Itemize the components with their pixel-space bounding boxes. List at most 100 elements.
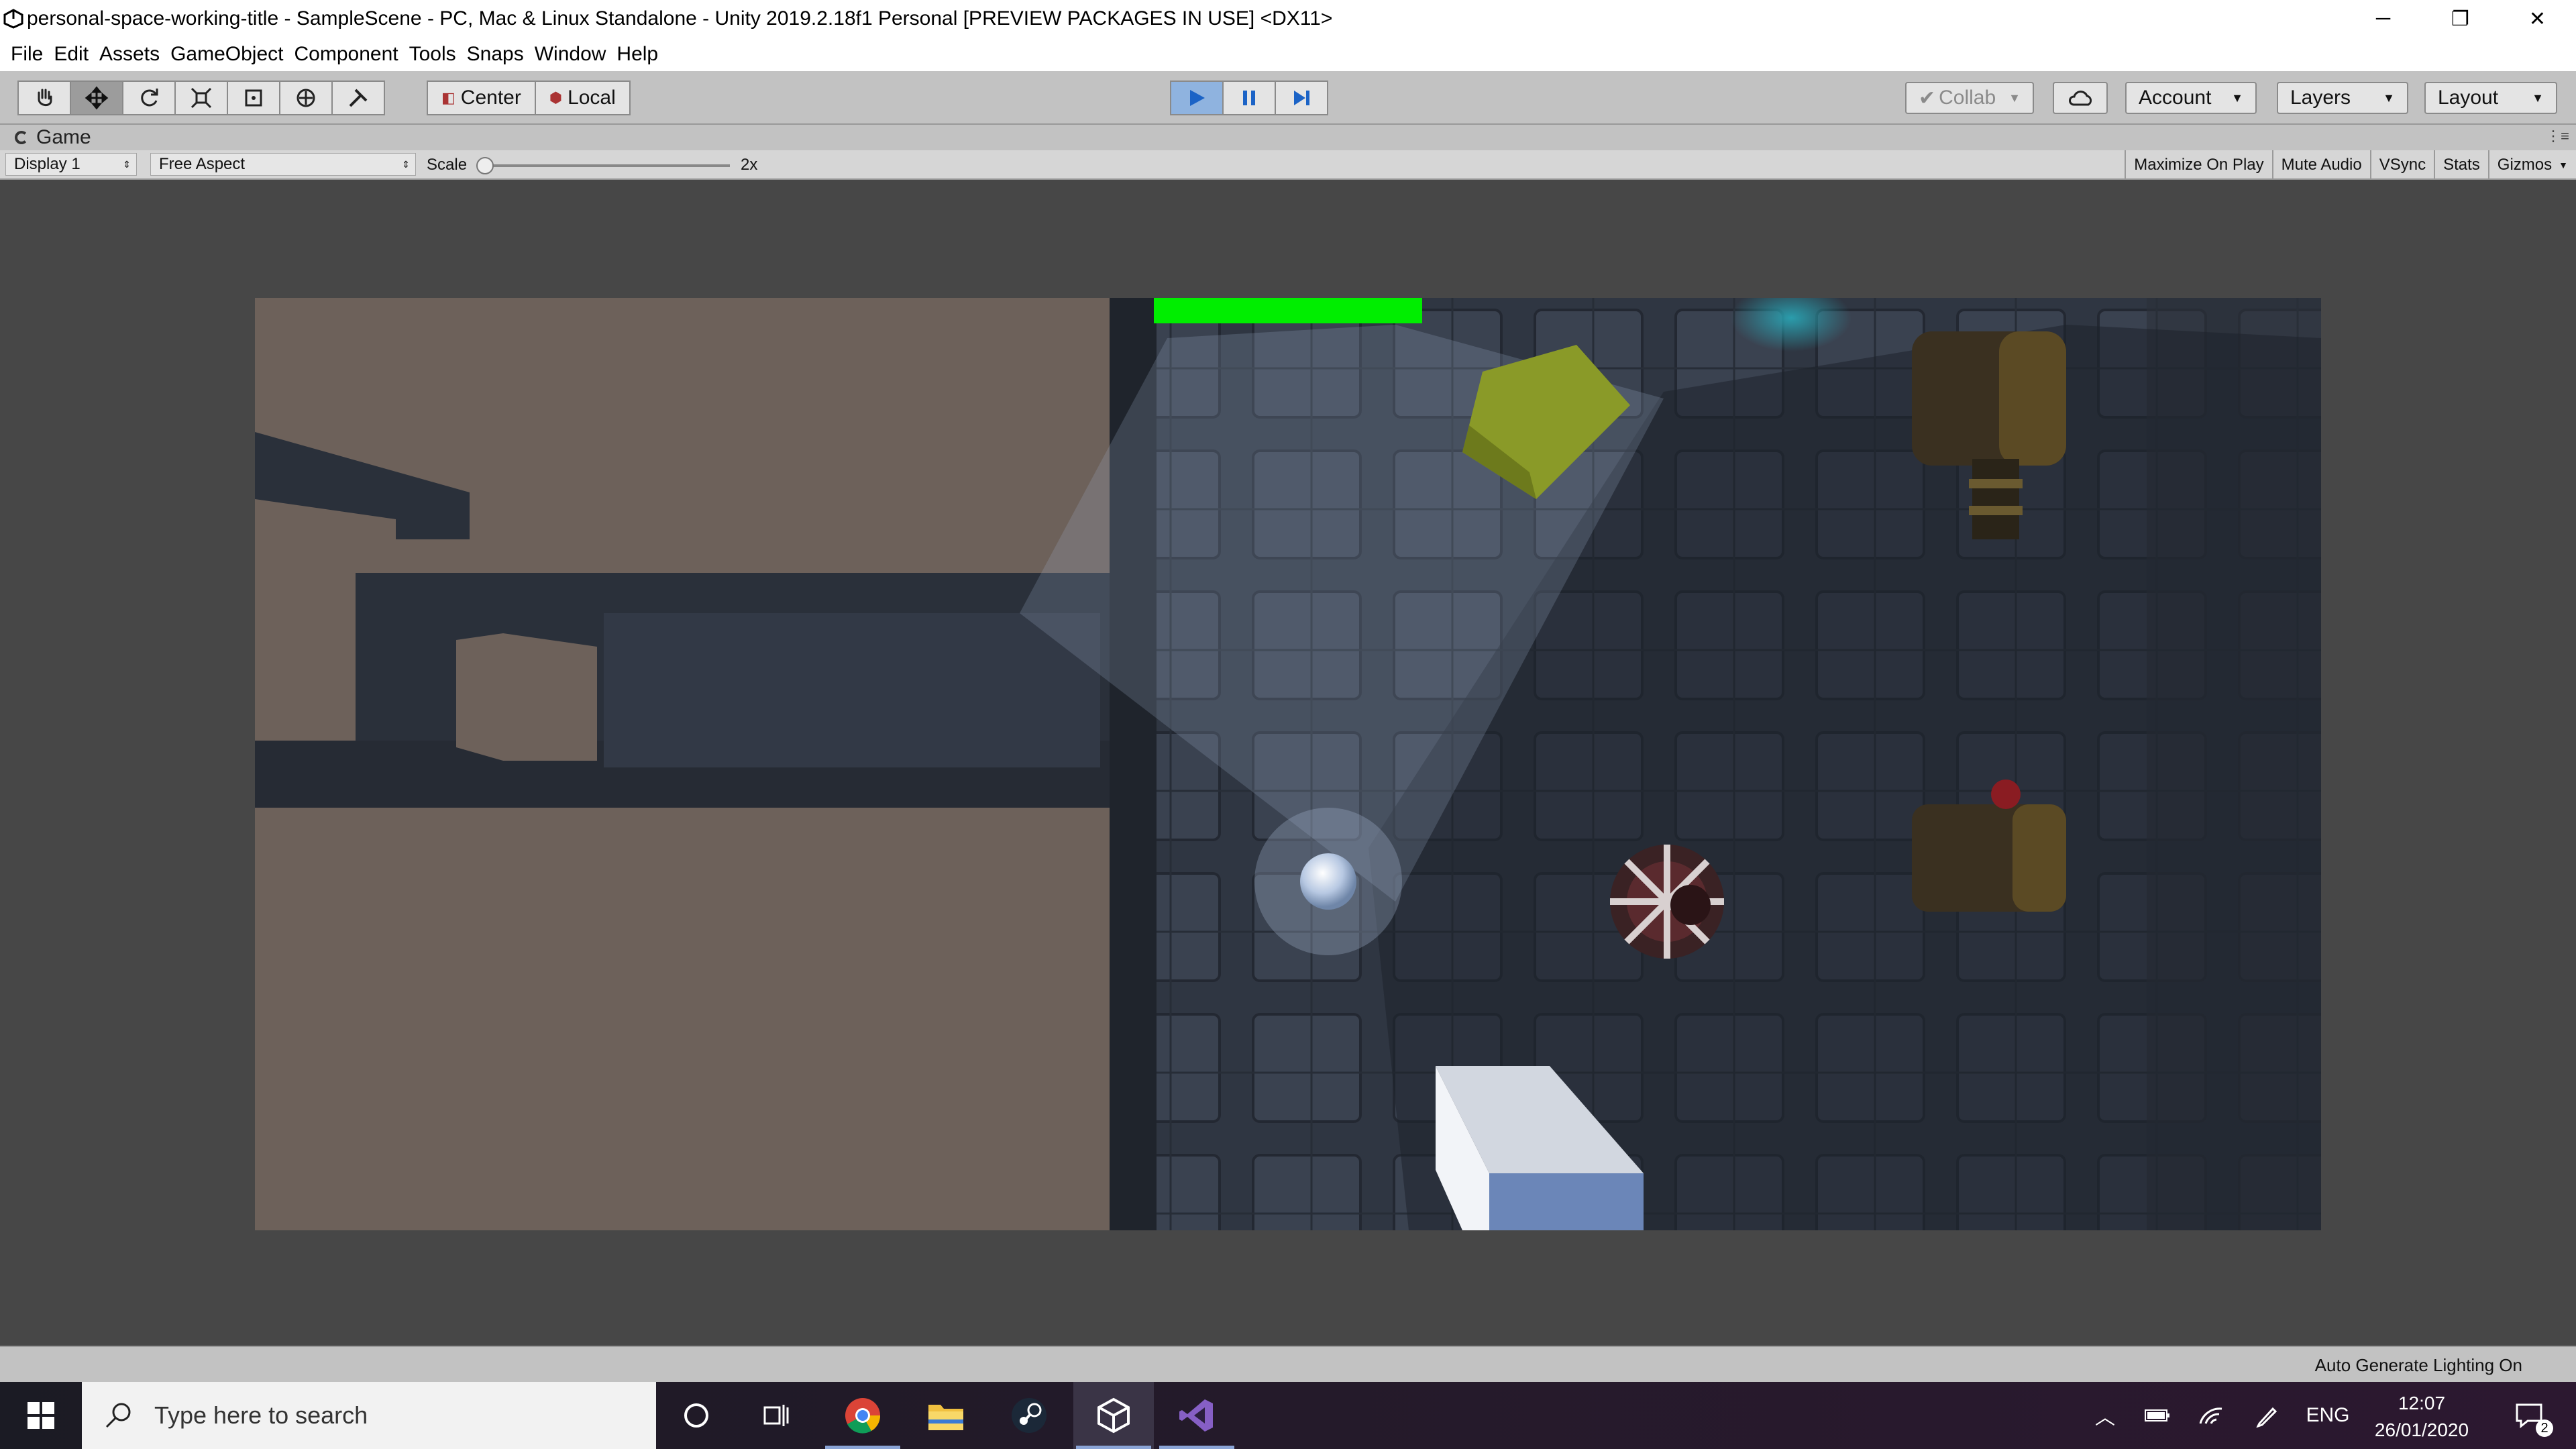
pause-icon xyxy=(1243,91,1255,105)
scale-tool-button[interactable] xyxy=(174,80,228,115)
task-view-button[interactable] xyxy=(737,1382,817,1449)
panel-menu-icon[interactable]: ⋮≡ xyxy=(2546,127,2569,145)
steam-icon xyxy=(1012,1398,1046,1433)
layout-label: Layout xyxy=(2438,87,2499,109)
taskbar-search-box[interactable]: Type here to search xyxy=(82,1382,656,1449)
windows-logo-icon xyxy=(28,1402,54,1429)
game-scene-render xyxy=(255,298,2321,1230)
game-view-toolbar: Display 1 ⇕ Free Aspect ⇕ Scale 2x Maxim… xyxy=(0,150,2576,180)
gizmos-label: Gizmos xyxy=(2497,156,2553,174)
health-bar-fill xyxy=(1154,298,1422,323)
game-render[interactable] xyxy=(255,298,2321,1230)
chevron-down-icon: ▼ xyxy=(2532,91,2544,105)
transform-combined-icon xyxy=(297,89,315,107)
unity-taskbar-button[interactable] xyxy=(1073,1382,1154,1449)
display-label: Display 1 xyxy=(14,155,80,173)
gizmos-toggle[interactable]: Gizmos ▼ xyxy=(2487,150,2576,180)
notification-count-badge: 2 xyxy=(2536,1419,2553,1437)
menu-edit[interactable]: Edit xyxy=(48,43,94,66)
hand-icon xyxy=(38,89,52,106)
pivot-space-button[interactable]: ⬢ Local xyxy=(534,80,631,115)
step-icon xyxy=(1294,91,1309,105)
scale-label: Scale xyxy=(427,156,468,174)
step-button[interactable] xyxy=(1275,80,1328,115)
tab-game[interactable]: Game xyxy=(15,125,91,150)
menu-tools[interactable]: Tools xyxy=(404,43,462,66)
check-icon: ✔ xyxy=(1919,87,1936,109)
chevron-updown-icon: ⇕ xyxy=(123,158,131,170)
show-hidden-icons-button[interactable]: ︿ xyxy=(2085,1382,2125,1449)
move-arrows-icon xyxy=(85,86,109,110)
task-view-icon xyxy=(763,1405,789,1426)
wrench-icon xyxy=(349,89,368,107)
menu-assets[interactable]: Assets xyxy=(94,43,165,66)
language-indicator[interactable]: ENG xyxy=(2301,1382,2355,1449)
search-icon xyxy=(105,1403,131,1428)
aspect-label: Free Aspect xyxy=(159,155,246,173)
battery-icon[interactable] xyxy=(2137,1382,2178,1449)
menu-window[interactable]: Window xyxy=(529,43,612,66)
account-dropdown[interactable]: Account ▼ xyxy=(2125,82,2257,114)
chrome-icon xyxy=(845,1398,881,1434)
chevron-down-icon: ▼ xyxy=(2559,160,2568,170)
vsync-toggle[interactable]: VSync xyxy=(2369,150,2434,180)
menu-file[interactable]: File xyxy=(5,43,48,66)
custom-tool-button[interactable] xyxy=(331,80,385,115)
chevron-down-icon: ▼ xyxy=(2231,91,2243,105)
cortana-button[interactable] xyxy=(656,1382,737,1449)
wifi-icon[interactable] xyxy=(2191,1382,2231,1449)
steam-button[interactable] xyxy=(989,1382,1069,1449)
pivot-toggles: ◧ Center ⬢ Local xyxy=(427,80,631,115)
start-button[interactable] xyxy=(0,1382,82,1449)
rect-tool-button[interactable] xyxy=(227,80,280,115)
layout-dropdown[interactable]: Layout ▼ xyxy=(2424,82,2557,114)
collab-dropdown[interactable]: ✔ Collab ▼ xyxy=(1905,82,2034,114)
aspect-dropdown[interactable]: Free Aspect ⇕ xyxy=(150,153,416,176)
game-view-icon xyxy=(15,131,28,144)
rotate-tool-button[interactable] xyxy=(122,80,176,115)
pivot-center-button[interactable]: ◧ Center xyxy=(427,80,536,115)
chevron-down-icon: ▼ xyxy=(2008,91,2021,105)
menu-gameobject[interactable]: GameObject xyxy=(165,43,288,66)
play-icon xyxy=(1190,90,1205,106)
space-label: Local xyxy=(568,87,616,109)
action-center-button[interactable]: 2 xyxy=(2496,1382,2563,1449)
stats-toggle[interactable]: Stats xyxy=(2434,150,2488,180)
move-tool-button[interactable] xyxy=(70,80,123,115)
corridor-opening xyxy=(456,633,597,761)
cloud-button[interactable] xyxy=(2053,82,2108,114)
restore-button[interactable]: ❐ xyxy=(2422,0,2499,38)
chrome-taskbar-button[interactable] xyxy=(822,1382,903,1449)
menu-snaps[interactable]: Snaps xyxy=(462,43,529,66)
layers-dropdown[interactable]: Layers ▼ xyxy=(2277,82,2408,114)
transform-tool-button[interactable] xyxy=(279,80,333,115)
scale-slider-track[interactable] xyxy=(483,164,730,167)
pivot-icon: ◧ xyxy=(441,89,455,106)
menu-help[interactable]: Help xyxy=(611,43,663,66)
pause-button[interactable] xyxy=(1222,80,1276,115)
taskbar-clock[interactable]: 12:07 26/01/2020 xyxy=(2361,1390,2482,1444)
menu-component[interactable]: Component xyxy=(288,43,403,66)
transform-tools xyxy=(17,80,385,115)
mute-audio-toggle[interactable]: Mute Audio xyxy=(2271,150,2370,180)
hand-tool-button[interactable] xyxy=(17,80,71,115)
visual-studio-button[interactable] xyxy=(1157,1382,1237,1449)
mine-enemy xyxy=(1610,845,1724,959)
lighting-status: Auto Generate Lighting On xyxy=(2314,1355,2522,1375)
rect-transform-icon xyxy=(245,89,262,107)
main-toolbar: ◧ Center ⬢ Local ✔ Collab ▼ Account ▼ La… xyxy=(0,71,2576,125)
maximize-on-play-toggle[interactable]: Maximize On Play xyxy=(2125,150,2271,180)
file-explorer-button[interactable] xyxy=(906,1382,986,1449)
close-button[interactable]: ✕ xyxy=(2499,0,2576,38)
window-title: personal-space-working-title - SampleSce… xyxy=(27,7,1333,30)
play-button[interactable] xyxy=(1170,80,1224,115)
pen-icon[interactable] xyxy=(2247,1382,2288,1449)
scale-slider-thumb[interactable] xyxy=(476,157,494,174)
windows-taskbar: Type here to search ︿ ENG 12:07 26/01/20… xyxy=(0,1382,2576,1449)
minimize-button[interactable]: ─ xyxy=(2345,0,2422,38)
display-dropdown[interactable]: Display 1 ⇕ xyxy=(5,153,137,176)
pivot-label: Center xyxy=(460,87,521,109)
unity-icon xyxy=(1097,1397,1130,1434)
cortana-circle-icon xyxy=(684,1403,708,1428)
playback-controls xyxy=(1170,80,1328,115)
